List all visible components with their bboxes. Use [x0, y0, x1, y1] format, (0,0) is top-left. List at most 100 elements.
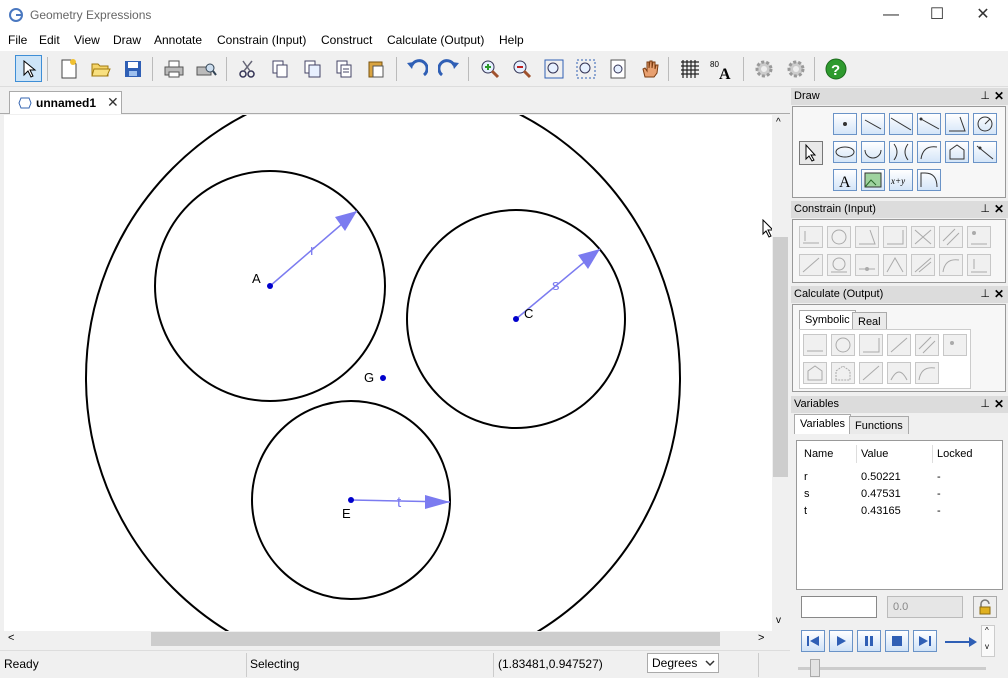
constrain-curve-tool[interactable] [939, 254, 963, 276]
draw-curve-tool[interactable] [917, 141, 941, 163]
table-row[interactable]: r 0.50221 - [797, 470, 1002, 486]
constrain-implicit-tool[interactable] [967, 254, 991, 276]
constrain-congruent-tool[interactable] [883, 254, 907, 276]
spin-up-icon[interactable]: ^ [985, 626, 989, 635]
draw-function-tool[interactable] [917, 169, 941, 191]
calculate-angle-tool[interactable] [859, 334, 883, 356]
zoom-fit-button[interactable] [572, 55, 599, 82]
draw-hyperbola-tool[interactable] [889, 141, 913, 163]
zoom-in-button[interactable] [476, 55, 503, 82]
zoom-window-button[interactable] [540, 55, 567, 82]
constrain-tangent-tool[interactable] [827, 254, 851, 276]
menu-edit[interactable]: Edit [39, 33, 60, 47]
menu-construct[interactable]: Construct [321, 33, 372, 47]
panel-close-icon[interactable]: ✕ [994, 201, 1004, 218]
lock-variable-button[interactable] [973, 596, 997, 618]
settings-button[interactable] [750, 55, 777, 82]
grid-button[interactable] [676, 55, 703, 82]
paste-button[interactable] [362, 55, 389, 82]
units-select[interactable]: Degrees [647, 653, 719, 673]
menu-view[interactable]: View [74, 33, 100, 47]
point-e[interactable] [348, 497, 354, 503]
constrain-incident-tool[interactable] [855, 254, 879, 276]
redo-button[interactable] [435, 55, 462, 82]
animation-slider-thumb[interactable] [810, 659, 820, 677]
maximize-button[interactable]: ☐ [914, 0, 960, 31]
calculate-coordinates-tool[interactable] [943, 334, 967, 356]
horizontal-scroll-thumb[interactable] [151, 632, 720, 646]
panel-close-icon[interactable]: ✕ [994, 88, 1004, 105]
constrain-coordinate-tool[interactable] [967, 226, 991, 248]
calculate-implicit-tool[interactable] [887, 362, 911, 384]
spin-down-icon[interactable]: v [985, 642, 989, 651]
menu-annotate[interactable]: Annotate [154, 33, 202, 47]
menu-file[interactable]: File [8, 33, 27, 47]
open-button[interactable] [87, 55, 114, 82]
undo-button[interactable] [403, 55, 430, 82]
text-style-button[interactable]: 80 A [708, 55, 738, 82]
animation-slider-track[interactable] [798, 667, 986, 670]
column-header-locked[interactable]: Locked [937, 448, 972, 460]
draw-ellipse-tool[interactable] [833, 141, 857, 163]
animation-direction-arrow-icon[interactable] [944, 636, 978, 648]
pin-icon[interactable]: ⊥ [980, 201, 990, 218]
panel-close-icon[interactable]: ✕ [994, 396, 1004, 413]
scroll-right-icon[interactable]: > [758, 632, 764, 644]
zoom-page-button[interactable] [604, 55, 631, 82]
settings2-button[interactable] [782, 55, 809, 82]
save-button[interactable] [119, 55, 146, 82]
point-g[interactable] [380, 375, 386, 381]
column-header-name[interactable]: Name [804, 448, 833, 460]
variable-value-input[interactable] [801, 596, 877, 618]
pin-icon[interactable]: ⊥ [980, 396, 990, 413]
animate-pause-button[interactable] [857, 630, 881, 652]
table-row[interactable]: s 0.47531 - [797, 487, 1002, 503]
document-tab-close-icon[interactable]: ✕ [107, 94, 119, 111]
menu-help[interactable]: Help [499, 33, 524, 47]
animate-play-button[interactable] [829, 630, 853, 652]
panel-close-icon[interactable]: ✕ [994, 286, 1004, 303]
constrain-angle-tool[interactable] [855, 226, 879, 248]
constrain-direction-tool[interactable] [883, 226, 907, 248]
calculate-perimeter-tool[interactable] [831, 362, 855, 384]
horizontal-scrollbar[interactable]: < > [4, 631, 772, 647]
pin-icon[interactable]: ⊥ [980, 286, 990, 303]
constrain-parallel-tool[interactable] [939, 226, 963, 248]
print-button[interactable] [160, 55, 187, 82]
tab-variables[interactable]: Variables [794, 414, 852, 434]
column-header-value[interactable]: Value [861, 448, 888, 460]
animate-last-button[interactable] [913, 630, 937, 652]
menu-draw[interactable]: Draw [113, 33, 141, 47]
minimize-button[interactable]: — [868, 0, 914, 31]
copy-button[interactable] [266, 55, 293, 82]
vertical-scroll-thumb[interactable] [773, 237, 788, 477]
constrain-perpendicular-tool[interactable] [911, 226, 935, 248]
pan-button[interactable] [636, 55, 663, 82]
outer-circle[interactable] [85, 115, 681, 631]
draw-picture-tool[interactable] [861, 169, 885, 191]
calculate-slope-tool[interactable] [887, 334, 911, 356]
copy-special-button[interactable] [330, 55, 357, 82]
pin-icon[interactable]: ⊥ [980, 88, 990, 105]
calculate-equation-tool[interactable] [915, 334, 939, 356]
point-a[interactable] [267, 283, 273, 289]
close-button[interactable]: ✕ [960, 0, 1006, 31]
calculate-radius-tool[interactable] [831, 334, 855, 356]
menu-constrain[interactable]: Constrain (Input) [217, 33, 306, 47]
draw-point-tool[interactable] [833, 113, 857, 135]
calculate-parametric-tool[interactable] [859, 362, 883, 384]
calculate-function-tool[interactable] [915, 362, 939, 384]
draw-angle-tool[interactable] [945, 113, 969, 135]
scroll-left-icon[interactable]: < [8, 632, 14, 644]
copy-image-button[interactable] [298, 55, 325, 82]
print-preview-button[interactable] [192, 55, 219, 82]
animate-stop-button[interactable] [885, 630, 909, 652]
scroll-down-icon[interactable]: v [776, 615, 781, 626]
new-button[interactable] [55, 55, 82, 82]
animate-first-button[interactable] [801, 630, 825, 652]
constrain-distance-tool[interactable] [799, 226, 823, 248]
tab-symbolic[interactable]: Symbolic [799, 310, 856, 330]
vertical-scrollbar[interactable]: ^ v [772, 115, 789, 631]
select-tool-button[interactable] [15, 55, 42, 82]
draw-polygon-tool[interactable] [945, 141, 969, 163]
